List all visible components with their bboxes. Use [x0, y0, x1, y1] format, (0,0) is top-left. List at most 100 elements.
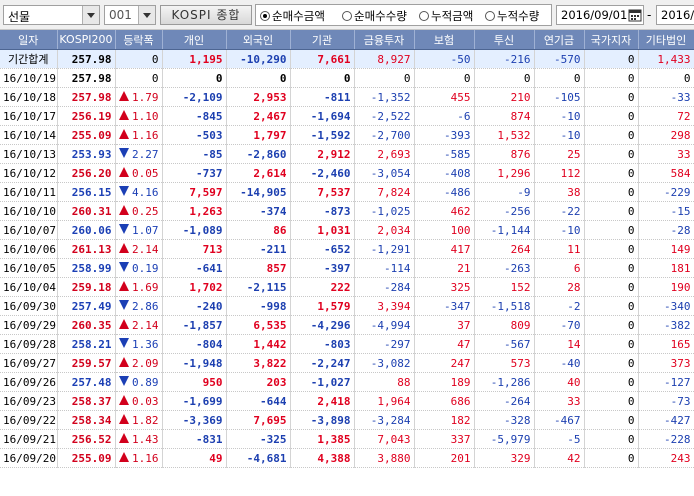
- cell-institution: 1,385: [290, 429, 355, 449]
- table-row[interactable]: 16/10/14 255.09 1.16 -503 1,797 -1,592 -2,700-…: [0, 125, 694, 145]
- cell-investment-trust: -1,286: [474, 372, 535, 392]
- cell-kospi200: 256.19: [57, 106, 116, 126]
- column-header-individual[interactable]: 개인: [162, 30, 227, 50]
- radio-cumulative-qty[interactable]: 누적수량: [485, 8, 539, 24]
- kospi-index-button[interactable]: KOSPI 종합: [160, 5, 252, 25]
- cell-pension-fund: 6: [534, 258, 585, 278]
- table-row[interactable]: 16/09/30 257.49 2.86 -240 -998 1,579 3,394 -347…: [0, 296, 694, 316]
- table-row[interactable]: 16/10/04 259.18 1.69 1,702 -2,115 222 -284 325 1…: [0, 277, 694, 297]
- cell-date: 16/10/04: [0, 277, 58, 297]
- cell-insurance: -486: [414, 182, 475, 202]
- summary-row[interactable]: 기간합계 257.98 0 1,195 -10,290 7,661 8,927 -50 -216…: [0, 49, 694, 69]
- column-header-date[interactable]: 일자: [0, 30, 58, 50]
- cell-foreign: 6,535: [226, 315, 291, 335]
- column-header-investment-trust[interactable]: 투신: [474, 30, 535, 50]
- radio-dot-icon[interactable]: [260, 11, 270, 21]
- cell-individual: 1,195: [162, 49, 227, 69]
- table-row[interactable]: 16/09/21 256.52 1.43 -831 -325 1,385 7,043 337-…: [0, 429, 694, 449]
- cell-insurance: 325: [414, 277, 475, 297]
- cell-foreign: 1,797: [226, 125, 291, 145]
- cell-investment-trust: -264: [474, 391, 535, 411]
- table-row[interactable]: 16/10/19 257.98 0 0 0 0 0 0 0 0 0 0: [0, 68, 694, 88]
- cell-government: 0: [584, 182, 639, 202]
- table-row[interactable]: 16/10/18 257.98 1.79 -2,109 2,953 -811 -1,352 4…: [0, 87, 694, 107]
- cell-institution: -811: [290, 87, 355, 107]
- cell-insurance: 100: [414, 220, 475, 240]
- table-row[interactable]: 16/10/06 261.13 2.14 713 -211 -652 -1,291 417 26…: [0, 239, 694, 259]
- start-date-field[interactable]: 2016/09/01: [556, 5, 644, 25]
- table-row[interactable]: 16/09/26 257.48 0.89 950 203 -1,027 88 189 -1,28…: [0, 372, 694, 392]
- cell-financial-investment: 2,693: [354, 144, 415, 164]
- triangle-down-icon: [118, 262, 129, 272]
- cell-change: 2.14: [115, 239, 163, 259]
- table-row[interactable]: 16/10/07 260.06 1.07 -1,089 86 1,031 2,034 100-…: [0, 220, 694, 240]
- cell-pension-fund: -5: [534, 429, 585, 449]
- table-row[interactable]: 16/10/13 253.93 2.27 -85 -2,860 2,912 2,693 -58…: [0, 144, 694, 164]
- cell-individual: 0: [162, 68, 227, 88]
- column-header-pension-fund[interactable]: 연기금: [534, 30, 585, 50]
- cell-other-corporation: 243: [638, 448, 694, 468]
- cell-financial-investment: -2,522: [354, 106, 415, 126]
- cell-other-corporation: -73: [638, 391, 694, 411]
- table-row[interactable]: 16/09/28 258.21 1.36 -804 1,442 -803 -297 47 -56…: [0, 334, 694, 354]
- cell-government: 0: [584, 239, 639, 259]
- cell-investment-trust: 876: [474, 144, 535, 164]
- radio-cumulative-amount[interactable]: 누적금액: [419, 8, 473, 24]
- cell-individual: -845: [162, 106, 227, 126]
- table-row[interactable]: 16/10/12 256.20 0.05 -737 2,614 -2,460 -3,054-…: [0, 163, 694, 183]
- cell-kospi200: 257.49: [57, 296, 116, 316]
- cell-change: 0: [115, 68, 163, 88]
- column-header-financial-investment[interactable]: 금융투자: [354, 30, 415, 50]
- table-row[interactable]: 16/09/29 260.35 2.14 -1,857 6,535 -4,296 -4,99…: [0, 315, 694, 335]
- cell-kospi200: 256.52: [57, 429, 116, 449]
- table-row[interactable]: 16/10/17 256.19 1.10 -845 2,467 -1,694 -2,522-…: [0, 106, 694, 126]
- radio-net-buy-amount[interactable]: 순매수금액: [260, 8, 325, 24]
- cell-government: 0: [584, 277, 639, 297]
- column-header-government[interactable]: 국가지자: [584, 30, 639, 50]
- cell-institution: -1,592: [290, 125, 355, 145]
- column-header-institution[interactable]: 기관: [290, 30, 355, 50]
- cell-other-corporation: 190: [638, 277, 694, 297]
- cell-kospi200: 257.98: [57, 68, 116, 88]
- table-row[interactable]: 16/09/22 258.34 1.82 -3,369 7,695 -3,898 -3,28…: [0, 410, 694, 430]
- cell-date: 16/10/06: [0, 239, 58, 259]
- cell-foreign: 2,467: [226, 106, 291, 126]
- column-header-insurance[interactable]: 보험: [414, 30, 475, 50]
- column-header-other-corporation[interactable]: 기타법인: [638, 30, 694, 50]
- cell-other-corporation: -229: [638, 182, 694, 202]
- cell-investment-trust: 329: [474, 448, 535, 468]
- triangle-down-icon: [118, 148, 129, 158]
- cell-foreign: -644: [226, 391, 291, 411]
- cell-other-corporation: -28: [638, 220, 694, 240]
- cell-institution: -1,694: [290, 106, 355, 126]
- calendar-icon[interactable]: [628, 8, 642, 22]
- table-row[interactable]: 16/09/20 255.09 1.16 49 -4,681 4,388 3,880 201 3…: [0, 448, 694, 468]
- cell-date: 16/09/26: [0, 372, 58, 392]
- market-select[interactable]: 선물: [3, 5, 100, 25]
- triangle-up-icon: [118, 129, 129, 139]
- column-header-kospi200[interactable]: KOSPI200: [57, 30, 116, 50]
- radio-net-buy-qty[interactable]: 순매수수량: [342, 8, 407, 24]
- radio-dot-icon[interactable]: [342, 11, 352, 21]
- cell-other-corporation: 181: [638, 258, 694, 278]
- column-header-change[interactable]: 등락폭: [115, 30, 163, 50]
- chevron-down-icon[interactable]: [82, 6, 99, 24]
- table-row[interactable]: 16/09/27 259.57 2.09 -1,948 3,822 -2,247 -3,08…: [0, 353, 694, 373]
- chevron-down-icon[interactable]: [138, 6, 155, 24]
- cell-institution: 222: [290, 277, 355, 297]
- table-row[interactable]: 16/10/05 258.99 0.19 -641 857 -397 -114 21 -263 6…: [0, 258, 694, 278]
- cell-date: 16/09/23: [0, 391, 58, 411]
- column-header-foreign[interactable]: 외국인: [226, 30, 291, 50]
- radio-dot-icon[interactable]: [485, 11, 495, 21]
- end-date-field[interactable]: 2016/: [656, 5, 694, 25]
- cell-financial-investment: -1,352: [354, 87, 415, 107]
- table-row[interactable]: 16/10/11 256.15 4.16 7,597 -14,905 7,537 7,824…: [0, 182, 694, 202]
- cell-pension-fund: -105: [534, 87, 585, 107]
- cell-government: 0: [584, 429, 639, 449]
- table-row[interactable]: 16/09/23 258.37 0.03 -1,699 -644 2,418 1,964 68…: [0, 391, 694, 411]
- table-row[interactable]: 16/10/10 260.31 0.25 1,263 -374 -873 -1,025 462…: [0, 201, 694, 221]
- radio-dot-icon[interactable]: [419, 11, 429, 21]
- code-select[interactable]: 001: [104, 5, 156, 25]
- cell-kospi200: 258.34: [57, 410, 116, 430]
- cell-financial-investment: -3,054: [354, 163, 415, 183]
